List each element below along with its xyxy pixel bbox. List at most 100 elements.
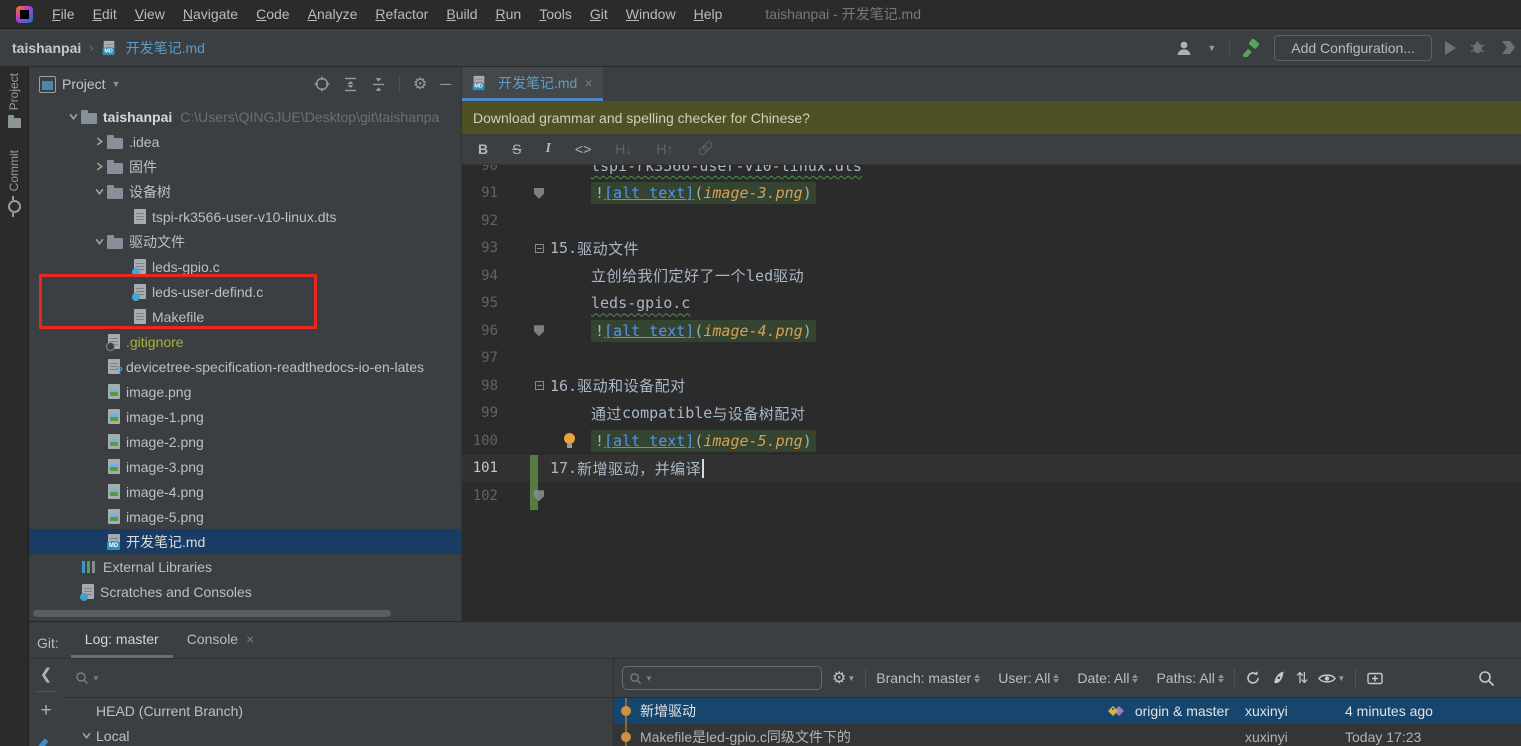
menu-item-tools[interactable]: Tools xyxy=(530,6,581,22)
fold-collapse-icon[interactable] xyxy=(535,244,544,253)
project-horizontal-scrollbar[interactable] xyxy=(33,610,391,617)
search-options-caret-icon[interactable]: ▼ xyxy=(92,674,100,683)
menu-item-navigate[interactable]: Navigate xyxy=(174,6,247,22)
markdown-link-text[interactable]: [alt text] xyxy=(604,184,694,202)
menu-item-run[interactable]: Run xyxy=(486,6,530,22)
project-panel-title[interactable]: Project xyxy=(62,76,106,92)
fold-collapse-icon[interactable] xyxy=(535,381,544,390)
debug-bug-icon[interactable] xyxy=(1469,39,1486,56)
menu-item-build[interactable]: Build xyxy=(437,6,486,22)
edit-icon[interactable] xyxy=(34,738,48,746)
log-filter-date[interactable]: Date: All xyxy=(1077,670,1138,686)
add-configuration-button[interactable]: Add Configuration... xyxy=(1274,35,1432,61)
collapse-branches-icon[interactable]: ❮ xyxy=(40,667,53,682)
editor-tab[interactable]: 开发笔记.md × xyxy=(462,67,603,101)
settings-gear-icon[interactable]: ⚙ xyxy=(413,74,427,94)
new-branch-icon[interactable]: + xyxy=(40,701,51,720)
menu-item-view[interactable]: View xyxy=(126,6,174,22)
tool-button-commit[interactable]: Commit xyxy=(7,150,21,212)
tree-row[interactable]: Makefile xyxy=(29,304,461,329)
commit-search-input[interactable]: ▼ xyxy=(622,666,822,690)
chevron-right-icon[interactable] xyxy=(91,162,107,171)
pen-quill-icon[interactable] xyxy=(1271,670,1286,686)
tree-row[interactable]: image-4.png xyxy=(29,479,461,504)
menu-item-code[interactable]: Code xyxy=(247,6,298,22)
editor-line[interactable]: 9816.驱动和设备配对 xyxy=(462,372,1521,400)
menu-item-analyze[interactable]: Analyze xyxy=(299,6,367,22)
branch-row[interactable]: HEAD (Current Branch) xyxy=(63,698,613,723)
chevron-down-icon[interactable] xyxy=(91,187,107,196)
branch-row[interactable]: Local xyxy=(63,723,613,746)
tree-row[interactable]: image.png xyxy=(29,379,461,404)
tree-row[interactable]: 驱动文件 xyxy=(29,229,461,254)
tree-row[interactable]: image-5.png xyxy=(29,504,461,529)
search-everywhere-icon[interactable] xyxy=(1478,670,1495,687)
chevron-down-icon[interactable] xyxy=(76,731,96,740)
editor-line[interactable]: 10117.新增驱动，并编译 xyxy=(462,455,1521,483)
log-filter-branch[interactable]: Branch: master xyxy=(876,670,980,686)
chevron-right-icon[interactable] xyxy=(91,137,107,146)
git-tab-console[interactable]: Console× xyxy=(173,622,269,658)
tree-row[interactable]: leds-user-defind.c xyxy=(29,279,461,304)
menu-item-refactor[interactable]: Refactor xyxy=(366,6,437,22)
menu-item-help[interactable]: Help xyxy=(685,6,732,22)
chevron-down-icon[interactable] xyxy=(65,112,81,121)
commit-row[interactable]: Makefile是led-gpio.c同级文件下的xuxinyiToday 17… xyxy=(614,724,1521,746)
chevron-down-icon[interactable] xyxy=(91,237,107,246)
intention-bulb-icon[interactable] xyxy=(564,433,575,444)
breadcrumb-project[interactable]: taishanpai xyxy=(12,40,81,56)
tree-row[interactable]: image-1.png xyxy=(29,404,461,429)
editor-line[interactable]: 97 xyxy=(462,345,1521,373)
strikethrough-icon[interactable]: S xyxy=(512,141,521,157)
italic-icon[interactable]: I xyxy=(545,141,550,157)
tree-row[interactable]: taishanpaiC:\Users\QINGJUE\Desktop\git\t… xyxy=(29,104,461,129)
editor-pane[interactable]: 90tspi-rk3566-user-v10-linux.dts91![alt … xyxy=(462,165,1521,621)
tree-row[interactable]: Scratches and Consoles xyxy=(29,579,461,604)
menu-item-window[interactable]: Window xyxy=(617,6,685,22)
editor-line[interactable]: 100![alt text](image-5.png) xyxy=(462,427,1521,455)
close-tab-icon[interactable]: × xyxy=(584,75,592,91)
select-opened-file-icon[interactable] xyxy=(314,76,330,92)
run-button-icon[interactable] xyxy=(1445,41,1456,55)
editor-line[interactable]: 92 xyxy=(462,207,1521,235)
expand-all-icon[interactable] xyxy=(343,77,358,92)
fold-marker-icon[interactable] xyxy=(534,325,544,336)
editor-line[interactable]: 95leds-gpio.c xyxy=(462,290,1521,318)
menu-item-edit[interactable]: Edit xyxy=(84,6,126,22)
collapse-all-icon[interactable] xyxy=(371,77,386,92)
editor-line[interactable]: 102 xyxy=(462,482,1521,510)
code-span-icon[interactable]: <> xyxy=(575,141,591,157)
tool-button-project[interactable]: Project xyxy=(7,73,21,128)
menu-item-file[interactable]: File xyxy=(43,6,84,22)
user-accounts-icon[interactable] xyxy=(1176,40,1194,56)
editor-line[interactable]: 96![alt text](image-4.png) xyxy=(462,317,1521,345)
tree-row[interactable]: .gitignore xyxy=(29,329,461,354)
breadcrumb-file[interactable]: 开发笔记.md xyxy=(126,38,205,58)
editor-line[interactable]: 94立创给我们定好了一个led驱动 xyxy=(462,262,1521,290)
tree-row[interactable]: image-2.png xyxy=(29,429,461,454)
editor-notification-banner[interactable]: Download grammar and spelling checker fo… xyxy=(462,101,1521,134)
tree-row[interactable]: tspi-rk3566-user-v10-linux.dts xyxy=(29,204,461,229)
tree-row[interactable]: 开发笔记.md xyxy=(29,529,461,554)
refresh-icon[interactable] xyxy=(1245,670,1261,686)
hide-panel-icon[interactable]: ─ xyxy=(440,76,451,93)
fold-marker-icon[interactable] xyxy=(534,188,544,199)
menu-item-git[interactable]: Git xyxy=(581,6,617,22)
tree-row[interactable]: 设备树 xyxy=(29,179,461,204)
commit-row[interactable]: 新增驱动 origin & masterxuxinyi4 minutes ago xyxy=(614,698,1521,724)
bold-icon[interactable]: B xyxy=(478,141,488,157)
editor-line[interactable]: 9315.驱动文件 xyxy=(462,235,1521,263)
build-hammer-icon[interactable] xyxy=(1243,39,1261,57)
tree-row[interactable]: leds-gpio.c xyxy=(29,254,461,279)
tree-row[interactable]: devicetree-specification-readthedocs-io-… xyxy=(29,354,461,379)
log-filter-user[interactable]: User: All xyxy=(998,670,1059,686)
markdown-link-text[interactable]: [alt text] xyxy=(604,322,694,340)
branch-filter-field[interactable]: ▼ xyxy=(63,659,613,698)
markdown-link-text[interactable]: [alt text] xyxy=(604,432,694,450)
editor-line[interactable]: 90tspi-rk3566-user-v10-linux.dts xyxy=(462,165,1521,180)
close-tab-icon[interactable]: × xyxy=(246,631,254,647)
editor-line[interactable]: 91![alt text](image-3.png) xyxy=(462,180,1521,208)
tree-row[interactable]: External Libraries xyxy=(29,554,461,579)
tree-row[interactable]: 固件 xyxy=(29,154,461,179)
sort-commits-icon[interactable]: ⇅ xyxy=(1296,669,1309,687)
